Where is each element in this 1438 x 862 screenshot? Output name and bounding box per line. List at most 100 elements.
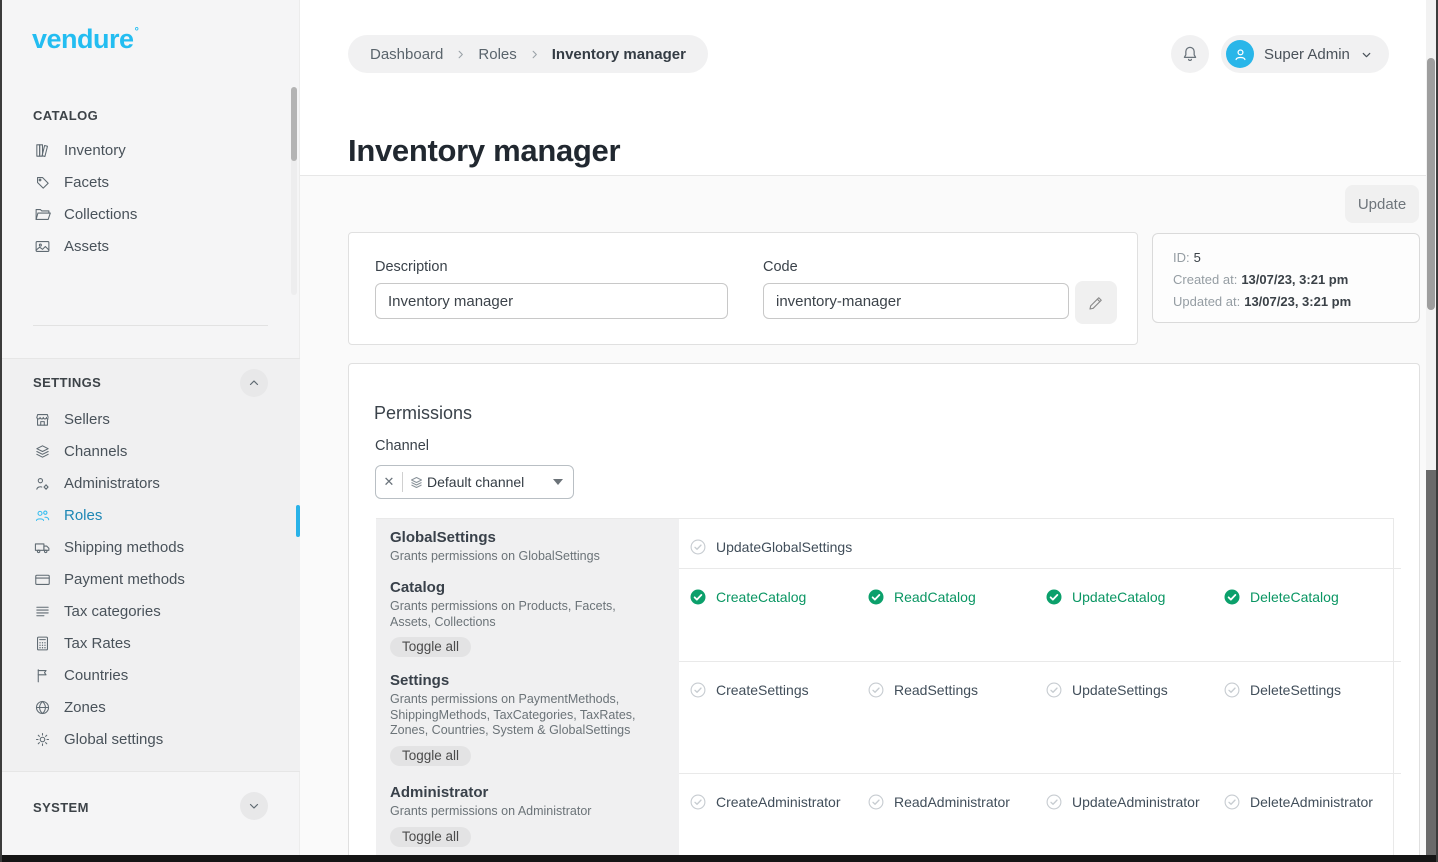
select-caret-icon — [553, 479, 563, 485]
permission-label: UpdateGlobalSettings — [716, 539, 852, 555]
sidebar-item-label: Inventory — [64, 142, 126, 159]
permission-checkbox-deletecatalog[interactable]: DeleteCatalog — [1223, 587, 1401, 607]
select-divider — [402, 472, 403, 492]
update-button[interactable]: Update — [1345, 185, 1419, 223]
users-icon — [33, 506, 51, 524]
edit-code-button[interactable] — [1075, 281, 1117, 324]
check-circle-icon — [1045, 793, 1063, 811]
id-label: ID: — [1173, 250, 1190, 265]
chevron-down-icon — [1360, 48, 1373, 61]
sidebar-item-label: Sellers — [64, 411, 110, 428]
permission-checkbox-createcatalog[interactable]: CreateCatalog — [689, 587, 867, 607]
check-circle-icon — [689, 681, 707, 699]
permission-group-info: SettingsGrants permissions on PaymentMet… — [376, 662, 679, 774]
permissions-heading: Permissions — [374, 403, 472, 424]
chevron-up-icon — [248, 377, 260, 389]
page-title: Inventory manager — [348, 133, 620, 169]
permission-group-description: Grants permissions on Administrator — [390, 804, 658, 820]
sidebar-item-tax-rates[interactable]: Tax Rates — [0, 627, 300, 659]
sidebar-item-label: Tax Rates — [64, 635, 131, 652]
toggle-all-button[interactable]: Toggle all — [390, 827, 471, 847]
sidebar-scrollbar-thumb[interactable] — [291, 87, 297, 161]
permission-label: CreateSettings — [716, 682, 809, 698]
section-header: SYSTEM — [0, 786, 300, 820]
permission-checkbox-readcatalog[interactable]: ReadCatalog — [867, 587, 1045, 607]
sidebar-item-sellers[interactable]: Sellers — [0, 403, 300, 435]
code-input[interactable] — [763, 283, 1069, 319]
sidebar-item-administrators[interactable]: Administrators — [0, 467, 300, 499]
permissions-card: Permissions Channel ✕ Default channel Gl… — [348, 363, 1420, 862]
channel-value: Default channel — [427, 474, 524, 490]
gear-icon — [33, 730, 51, 748]
permission-group-description: Grants permissions on GlobalSettings — [390, 549, 658, 565]
permission-checkbox-createsettings[interactable]: CreateSettings — [689, 680, 867, 700]
permission-group-row: AdministratorGrants permissions on Admin… — [376, 774, 1393, 859]
layers-icon — [33, 442, 51, 460]
section-label-settings: SETTINGS — [33, 375, 101, 390]
sidebar-item-zones[interactable]: Zones — [0, 691, 300, 723]
check-circle-filled-icon — [1045, 588, 1063, 606]
breadcrumb-roles[interactable]: Roles — [478, 46, 516, 63]
channel-select[interactable]: ✕ Default channel — [375, 465, 574, 499]
sidebar-item-roles[interactable]: Roles — [0, 499, 300, 531]
section-label-system: SYSTEM — [33, 800, 89, 815]
permission-label: DeleteCatalog — [1250, 589, 1339, 605]
updated-at-line: Updated at:13/07/23, 3:21 pm — [1173, 291, 1399, 313]
permission-checkbox-updateglobalsettings[interactable]: UpdateGlobalSettings — [689, 537, 867, 557]
nav-section-system: SYSTEM — [0, 786, 300, 846]
breadcrumb-dashboard[interactable]: Dashboard — [370, 46, 443, 63]
globe-icon — [33, 698, 51, 716]
id-value: 5 — [1194, 250, 1201, 265]
collapse-settings-button[interactable] — [240, 369, 268, 397]
created-at-label: Created at: — [1173, 272, 1237, 287]
created-at-value: 13/07/23, 3:21 pm — [1241, 272, 1348, 287]
vendure-logo[interactable]: vendure° — [32, 24, 137, 55]
permission-label: UpdateAdministrator — [1072, 794, 1200, 810]
expand-system-button[interactable] — [240, 792, 268, 820]
notifications-button[interactable] — [1171, 35, 1209, 73]
sidebar: vendure° CATALOG InventoryFacetsCollecti… — [0, 0, 300, 862]
window-scrollbar-thumb[interactable] — [1427, 58, 1435, 310]
channel-label: Channel — [375, 438, 429, 454]
toggle-all-button[interactable]: Toggle all — [390, 746, 471, 766]
permission-checkbox-readsettings[interactable]: ReadSettings — [867, 680, 1045, 700]
permission-checkbox-createadministrator[interactable]: CreateAdministrator — [689, 792, 867, 812]
list-icon — [33, 602, 51, 620]
permission-group-info: AdministratorGrants permissions on Admin… — [376, 774, 679, 859]
sidebar-item-channels[interactable]: Channels — [0, 435, 300, 467]
store-icon — [33, 410, 51, 428]
window-scrollbar-shade — [1426, 470, 1436, 862]
section-header: SETTINGS — [0, 359, 300, 393]
sidebar-item-tax-categories[interactable]: Tax categories — [0, 595, 300, 627]
permission-checkbox-updatesettings[interactable]: UpdateSettings — [1045, 680, 1223, 700]
remove-channel-button[interactable]: ✕ — [376, 474, 402, 490]
sidebar-divider — [33, 325, 268, 326]
permission-group-checkboxes: CreateCatalogReadCatalogUpdateCatalog Del… — [679, 569, 1401, 662]
permission-checkbox-updatecatalog[interactable]: UpdateCatalog — [1045, 587, 1223, 607]
sidebar-item-collections[interactable]: Collections — [0, 198, 300, 230]
sidebar-item-label: Tax categories — [64, 603, 161, 620]
user-menu[interactable]: Super Admin — [1221, 35, 1389, 73]
sidebar-item-assets[interactable]: Assets — [0, 230, 300, 262]
permission-checkbox-updateadministrator[interactable]: UpdateAdministrator — [1045, 792, 1223, 812]
permission-checkbox-deleteadministrator[interactable]: DeleteAdministrator — [1223, 792, 1401, 812]
sidebar-item-facets[interactable]: Facets — [0, 166, 300, 198]
description-input[interactable] — [375, 283, 728, 319]
sidebar-item-payment-methods[interactable]: Payment methods — [0, 563, 300, 595]
permission-checkbox-deletesettings[interactable]: DeleteSettings — [1223, 680, 1401, 700]
sidebar-item-global-settings[interactable]: Global settings — [0, 723, 300, 755]
breadcrumb-inventory-manager: Inventory manager — [552, 46, 686, 63]
permission-group-checkboxes: CreateAdministratorReadAdministrator Upda… — [679, 774, 1401, 859]
code-label: Code — [763, 259, 798, 275]
sidebar-item-inventory[interactable]: Inventory — [0, 134, 300, 166]
toggle-all-button[interactable]: Toggle all — [390, 637, 471, 657]
check-circle-icon — [867, 793, 885, 811]
folder-icon — [33, 205, 51, 223]
nav-section-settings: SETTINGS Sellers ChannelsAdministratorsRo… — [0, 358, 300, 772]
sidebar-item-shipping-methods[interactable]: Shipping methods — [0, 531, 300, 563]
pencil-icon — [1087, 294, 1105, 312]
description-label: Description — [375, 259, 448, 275]
permission-checkbox-readadministrator[interactable]: ReadAdministrator — [867, 792, 1045, 812]
sidebar-item-countries[interactable]: Countries — [0, 659, 300, 691]
sidebar-item-label: Shipping methods — [64, 539, 184, 556]
